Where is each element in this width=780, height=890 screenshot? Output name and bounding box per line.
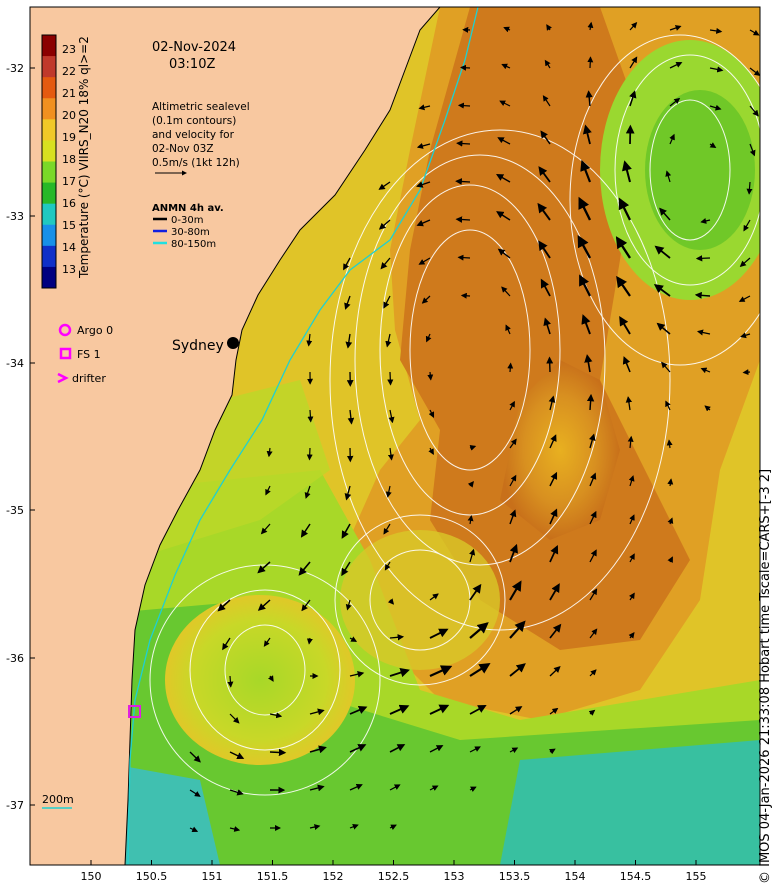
colorbar-tick-label: 22 (62, 65, 76, 78)
lat-tick-label: -32 (6, 62, 24, 75)
svg-text:80-150m: 80-150m (171, 239, 216, 250)
sst-map: 23 22 21 20 19 18 17 16 15 14 13 Temperature (°C) V… (6, 6, 780, 883)
lon-tick-label: 154.5 (620, 870, 652, 883)
colorbar-segment (42, 77, 56, 99)
colorbar-segment (42, 140, 56, 162)
colorbar-tick-label: 17 (62, 175, 76, 188)
date-label: 02-Nov-2024 (152, 40, 236, 55)
colorbar-segment (42, 182, 56, 205)
colorbar-segment (42, 245, 56, 268)
colorbar-tick-label: 18 (62, 153, 76, 166)
velocity-arrow (457, 102, 471, 109)
velocity-arrow (455, 216, 471, 223)
colorbar-segment (42, 35, 56, 57)
colorbar-segment (42, 98, 56, 120)
colorbar-tick-label: 23 (62, 43, 76, 56)
svg-text:30-80m: 30-80m (171, 227, 210, 238)
time-label: 03:10Z (169, 57, 215, 72)
colorbar: 23 22 21 20 19 18 17 16 15 14 13 Temperature (°C) V… (41, 34, 91, 289)
lon-tick-label: 151.5 (257, 870, 289, 883)
lon-tick-label: 154 (565, 870, 586, 883)
lon-tick-label: 153 (444, 870, 465, 883)
svg-text:ANMN 4h av.: ANMN 4h av. (152, 203, 224, 214)
velocity-arrow (455, 178, 471, 185)
colorbar-tick-label: 13 (62, 263, 76, 276)
footer-credit: © IMOS 04-Jan-2026 21:33:08 Hobart time … (758, 468, 773, 884)
colorbar-tick-label: 15 (62, 219, 76, 232)
colorbar-segment (42, 161, 56, 184)
velocity-arrow (742, 369, 751, 376)
velocity-arrow (586, 393, 595, 411)
sydney-marker (227, 337, 239, 349)
lon-tick-label: 150.5 (136, 870, 168, 883)
svg-text:(0.1m contours): (0.1m contours) (152, 115, 236, 127)
lon-tick-label: 153.5 (499, 870, 531, 883)
velocity-arrow (427, 371, 434, 381)
lat-tick-label: -33 (6, 210, 24, 223)
colorbar-tick-label: 20 (62, 109, 76, 122)
colorbar-tick-label: 19 (62, 131, 76, 144)
velocity-arrow (307, 409, 314, 423)
colorbar-segment (42, 266, 56, 289)
colorbar-tick-label: 21 (62, 87, 76, 100)
colorbar-segment (42, 119, 56, 141)
colorbar-segment (42, 203, 56, 226)
velocity-arrow (460, 64, 471, 71)
svg-text:02-Nov 03Z: 02-Nov 03Z (152, 143, 214, 155)
lon-tick-label: 152.5 (378, 870, 410, 883)
svg-text:drifter: drifter (72, 372, 106, 385)
velocity-arrow (457, 254, 471, 261)
colorbar-tick-label: 16 (62, 197, 76, 210)
lon-tick-label: 151 (202, 870, 223, 883)
svg-text:and velocity for: and velocity for (152, 129, 235, 141)
lon-tick-label: 150 (81, 870, 102, 883)
svg-text:0.5m/s (1kt 12h): 0.5m/s (1kt 12h) (152, 157, 240, 169)
lat-tick-label: -36 (6, 652, 24, 665)
svg-text:0-30m: 0-30m (171, 215, 203, 226)
colorbar-segment (42, 56, 56, 78)
lat-tick-label: -37 (6, 799, 24, 812)
velocity-arrow (306, 447, 313, 461)
svg-text:Altimetric sealevel: Altimetric sealevel (152, 101, 250, 113)
svg-text:Argo 0: Argo 0 (77, 324, 113, 337)
lon-tick-label: 155 (686, 870, 707, 883)
lat-tick-label: -34 (6, 357, 24, 370)
svg-text:FS 1: FS 1 (77, 348, 101, 361)
lat-tick-label: -35 (6, 504, 24, 517)
velocity-arrow (227, 675, 234, 688)
velocity-arrow (269, 748, 287, 757)
velocity-arrow (456, 140, 471, 147)
velocity-arrow (507, 362, 514, 373)
depth-contour-label: 200m (42, 793, 74, 806)
colorbar-title: Temperature (°C) VIIRS_N20 18% ql>=2 (77, 36, 91, 279)
colorbar-segment (42, 224, 56, 247)
velocity-arrow (695, 255, 711, 262)
velocity-arrow (387, 371, 394, 386)
lon-tick-label: 152 (323, 870, 344, 883)
colorbar-tick-label: 14 (62, 241, 76, 254)
sydney-label: Sydney (172, 338, 224, 354)
